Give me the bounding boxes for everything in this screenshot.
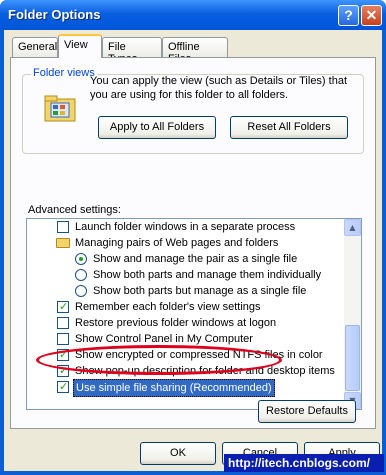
- tab-file-types[interactable]: File Types: [102, 37, 162, 65]
- list-item[interactable]: Show and manage the pair as a single fil…: [27, 251, 345, 267]
- item-label: Launch folder windows in a separate proc…: [75, 221, 296, 233]
- tab-offline-files[interactable]: Offline Files: [162, 37, 228, 65]
- window-title: Folder Options: [8, 7, 101, 22]
- list-item[interactable]: Show both parts and manage them individu…: [27, 267, 345, 283]
- item-label: Show and manage the pair as a single fil…: [93, 253, 298, 265]
- scroll-thumb[interactable]: [345, 325, 360, 391]
- list-item[interactable]: Show both parts but manage as a single f…: [27, 283, 345, 299]
- checkbox-remember-view-settings[interactable]: [57, 299, 69, 315]
- dialog-client-area: General View File Types Offline Files Fo…: [4, 30, 382, 471]
- close-button[interactable]: ✕: [361, 5, 382, 26]
- ok-button[interactable]: OK: [140, 442, 216, 465]
- checkbox-simple-file-sharing[interactable]: [57, 379, 69, 395]
- help-button[interactable]: ?: [338, 5, 359, 26]
- radio-single-file[interactable]: [75, 253, 87, 265]
- title-bar: Folder Options ? ✕: [0, 0, 386, 30]
- item-label: Remember each folder's view settings: [75, 301, 261, 313]
- checkbox-restore-windows-logon[interactable]: [57, 317, 69, 329]
- vertical-scrollbar[interactable]: ▲ ▼: [344, 219, 361, 409]
- folder-options-window: Folder Options ? ✕ General View File Typ…: [0, 0, 386, 475]
- list-item: Managing pairs of Web pages and folders: [27, 235, 345, 251]
- item-label-selected: Use simple file sharing (Recommended): [73, 379, 275, 397]
- item-label: Managing pairs of Web pages and folders: [75, 237, 279, 249]
- advanced-settings-label: Advanced settings:: [28, 204, 121, 216]
- scroll-up-icon[interactable]: ▲: [344, 219, 361, 236]
- list-item[interactable]: Remember each folder's view settings: [27, 299, 345, 315]
- item-label: Show both parts but manage as a single f…: [93, 285, 307, 297]
- reset-all-folders-button[interactable]: Reset All Folders: [230, 116, 348, 139]
- list-item[interactable]: Restore previous folder windows at logon: [27, 315, 345, 331]
- folder-icon: [56, 238, 70, 248]
- list-item[interactable]: Launch folder windows in a separate proc…: [27, 219, 345, 235]
- item-label: Restore previous folder windows at logon: [75, 317, 277, 329]
- highlight-annotation-ellipse: [36, 345, 282, 375]
- restore-defaults-button[interactable]: Restore Defaults: [258, 400, 356, 423]
- radio-both-parts-single-file[interactable]: [75, 285, 87, 297]
- folder-views-title: Folder views: [31, 67, 97, 79]
- item-label: Show both parts and manage them individu…: [93, 269, 322, 281]
- folder-views-icon: [44, 95, 76, 122]
- checkbox-control-panel-my-computer[interactable]: [57, 333, 69, 345]
- list-item[interactable]: Use simple file sharing (Recommended): [27, 379, 345, 397]
- tab-view[interactable]: View: [58, 34, 102, 58]
- tab-general[interactable]: General: [12, 37, 58, 57]
- watermark: http://itech.cnblogs.com/: [224, 454, 384, 472]
- apply-to-all-folders-button[interactable]: Apply to All Folders: [98, 116, 216, 139]
- advanced-settings-tree[interactable]: Launch folder windows in a separate proc…: [26, 218, 362, 410]
- folder-views-description: You can apply the view (such as Details …: [90, 75, 348, 101]
- checkbox-launch-separate-process[interactable]: [57, 221, 69, 233]
- radio-both-parts-individually[interactable]: [75, 269, 87, 281]
